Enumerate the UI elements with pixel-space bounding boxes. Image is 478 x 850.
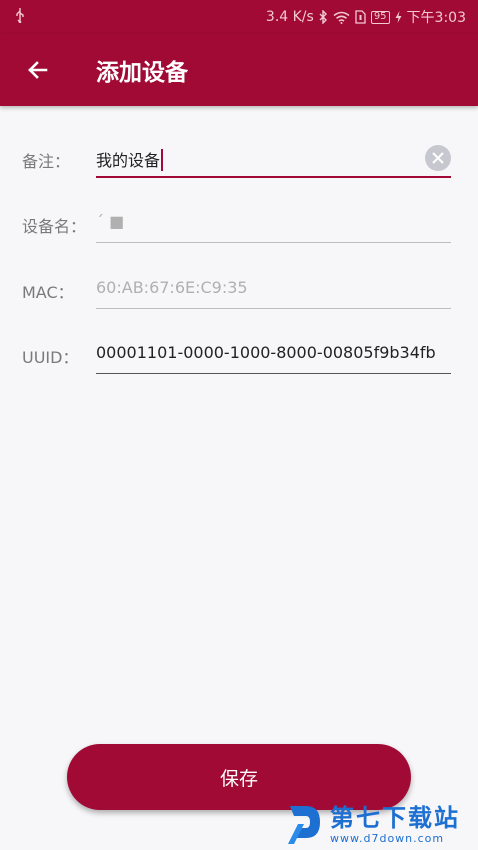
battery-level: 95 — [373, 11, 387, 22]
battery-icon: 95 — [370, 10, 390, 24]
arrow-left-icon — [28, 61, 48, 79]
sim-icon — [355, 10, 366, 24]
add-device-screen: 3.4 K/s 95 下午3:03 添加设备 备注： 我的设备 设备名： ˊ ■… — [0, 0, 478, 850]
charging-icon — [395, 11, 402, 23]
clear-button[interactable] — [425, 145, 451, 171]
remark-value: 我的设备 — [96, 151, 161, 170]
watermark-text: 第七下载站 — [330, 804, 460, 833]
remark-row: 备注： 我的设备 — [0, 140, 478, 180]
wifi-icon — [333, 11, 350, 24]
uuid-label: UUID： — [22, 348, 79, 367]
text-caret — [161, 149, 164, 171]
bluetooth-icon — [319, 10, 328, 24]
mac-placeholder: 60:AB:67:6E:C9:35 — [96, 278, 248, 297]
remark-input[interactable]: 我的设备 — [96, 140, 451, 178]
device-name-label: 设备名： — [22, 217, 87, 236]
clock: 下午3:03 — [406, 10, 466, 26]
mac-input[interactable]: 60:AB:67:6E:C9:35 — [96, 271, 451, 309]
close-icon — [432, 152, 444, 164]
status-bar: 3.4 K/s 95 下午3:03 — [0, 0, 478, 34]
uuid-value: 00001101-0000-1000-8000-00805f9b34fb — [96, 343, 436, 362]
back-button[interactable] — [16, 48, 60, 92]
uuid-input[interactable]: 00001101-0000-1000-8000-00805f9b34fb — [96, 336, 451, 374]
remark-label: 备注： — [22, 152, 71, 171]
watermark-url: www.d7down.com — [330, 831, 445, 845]
mac-row: MAC： 60:AB:67:6E:C9:35 — [0, 271, 478, 311]
mac-label: MAC： — [22, 283, 74, 302]
usb-icon — [14, 7, 26, 27]
page-title: 添加设备 — [96, 60, 188, 86]
watermark: 第七下载站 www.d7down.com — [286, 800, 478, 850]
uuid-row: UUID： 00001101-0000-1000-8000-00805f9b34… — [0, 336, 478, 376]
network-speed: 3.4 K/s — [265, 9, 314, 25]
device-name-value: ˊ ■ — [96, 212, 125, 231]
device-name-input[interactable]: ˊ ■ — [96, 205, 451, 243]
device-name-row: 设备名： ˊ ■ — [0, 205, 478, 245]
app-bar: 添加设备 — [0, 34, 478, 106]
d7-logo-icon — [288, 806, 320, 844]
